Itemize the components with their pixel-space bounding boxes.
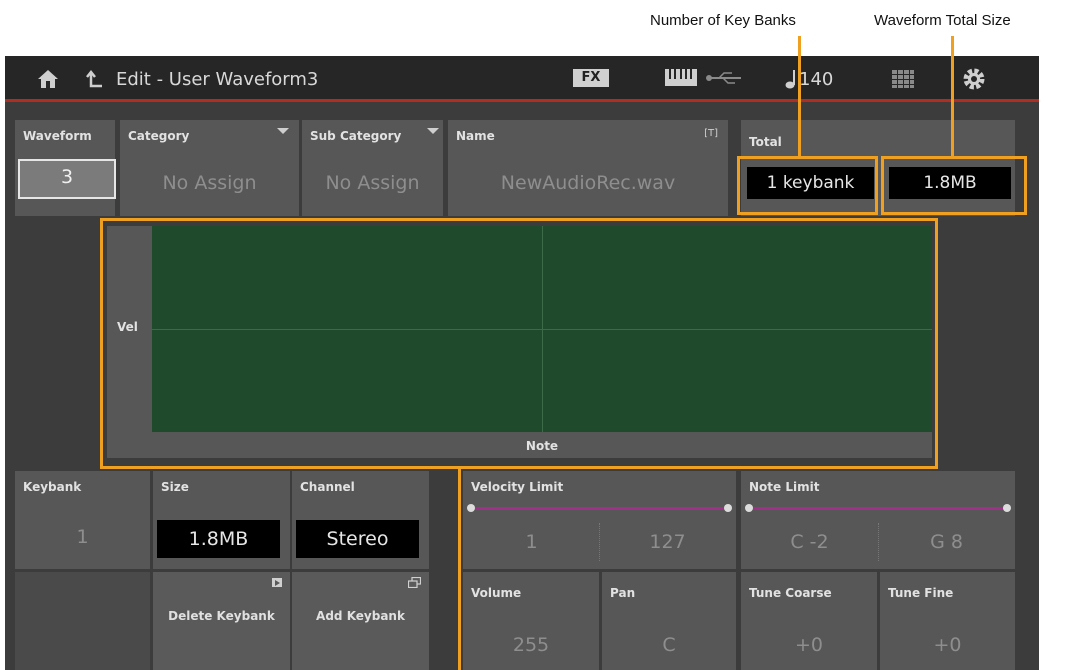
note-limit-slider[interactable] (745, 504, 1011, 512)
fx-button[interactable]: FX (573, 69, 609, 87)
volume-label: Volume (471, 586, 522, 600)
tune-coarse-label: Tune Coarse (749, 586, 832, 600)
waveform-number[interactable]: 3 (18, 159, 116, 199)
pan-field[interactable]: Pan C (602, 572, 736, 670)
volume-field[interactable]: Volume 255 (463, 572, 599, 670)
volume-value: 255 (512, 634, 550, 656)
tempo-value[interactable]: 140 (799, 69, 833, 90)
leader-line-graph (458, 469, 461, 670)
page-title: Edit - User Waveform3 (116, 69, 319, 90)
tune-fine-label: Tune Fine (888, 586, 954, 600)
add-keybank-label: Add Keybank (316, 609, 405, 623)
channel-label: Channel (300, 480, 355, 494)
tune-fine-value: +0 (933, 634, 962, 656)
pan-label: Pan (610, 586, 636, 600)
sub-category-value: No Assign (325, 172, 420, 194)
callout-total-size: Waveform Total Size (874, 12, 1011, 29)
total-label: Total (749, 135, 782, 149)
empty-slot (15, 572, 150, 670)
pan-value: C (662, 634, 676, 656)
leader-line-key-banks (798, 36, 801, 156)
note-limit-field[interactable]: Note Limit C -2 G 8 (741, 471, 1015, 569)
popup-window-icon (408, 577, 421, 588)
keyboard-icon (665, 69, 697, 86)
text-edit-icon: [T] (704, 128, 718, 139)
waveform-field: Waveform 3 (15, 120, 116, 216)
usb-icon (706, 72, 741, 84)
caret-down-icon (277, 128, 289, 134)
category-field[interactable]: Category No Assign (120, 120, 299, 216)
delete-keybank-label: Delete Keybank (168, 609, 275, 623)
keybank-value: 1 (76, 526, 89, 548)
tune-coarse-value: +0 (794, 634, 823, 656)
channel-field: Channel Stereo (292, 471, 429, 569)
category-value: No Assign (162, 172, 257, 194)
keybank-field[interactable]: Keybank 1 (15, 471, 150, 569)
size-field: Size 1.8MB (153, 471, 290, 569)
velocity-low-value[interactable]: 1 (463, 531, 600, 553)
callout-key-banks: Number of Key Banks (650, 12, 796, 29)
velocity-limit-slider[interactable] (467, 504, 732, 512)
waveform-label: Waveform (23, 129, 92, 143)
grid-icon[interactable] (892, 70, 914, 88)
name-value: NewAudioRec.wav (500, 172, 676, 194)
note-high-value[interactable]: G 8 (878, 531, 1015, 553)
tune-coarse-field[interactable]: Tune Coarse +0 (741, 572, 877, 670)
velocity-high-value[interactable]: 127 (599, 531, 736, 553)
home-icon[interactable] (37, 69, 59, 89)
note-limit-label: Note Limit (749, 480, 820, 494)
name-label: Name (456, 129, 495, 143)
keybank-label: Keybank (23, 480, 82, 494)
caret-down-icon (427, 128, 439, 134)
top-bar: Edit - User Waveform3 FX 140 (5, 56, 1039, 102)
size-label: Size (161, 480, 189, 494)
note-low-value[interactable]: C -2 (741, 531, 878, 553)
sub-category-label: Sub Category (310, 129, 402, 143)
channel-value: Stereo (296, 520, 419, 558)
gear-icon[interactable] (962, 67, 986, 91)
callout-box-total-size (881, 156, 1027, 215)
size-value: 1.8MB (157, 520, 280, 558)
leader-line-total-size (951, 36, 954, 156)
play-icon (272, 578, 282, 587)
name-field[interactable]: Name [T] NewAudioRec.wav (448, 120, 728, 216)
sub-category-field[interactable]: Sub Category No Assign (302, 120, 443, 216)
velocity-limit-field[interactable]: Velocity Limit 1 127 (463, 471, 736, 569)
velocity-limit-label: Velocity Limit (471, 480, 564, 494)
add-keybank-button[interactable]: Add Keybank (292, 572, 429, 670)
delete-keybank-button[interactable]: Delete Keybank (153, 572, 290, 670)
category-label: Category (128, 129, 190, 143)
callout-box-graph (100, 218, 938, 469)
callout-box-key-banks (737, 156, 878, 215)
note-icon (785, 70, 795, 89)
back-icon[interactable] (83, 69, 103, 89)
tune-fine-field[interactable]: Tune Fine +0 (880, 572, 1015, 670)
